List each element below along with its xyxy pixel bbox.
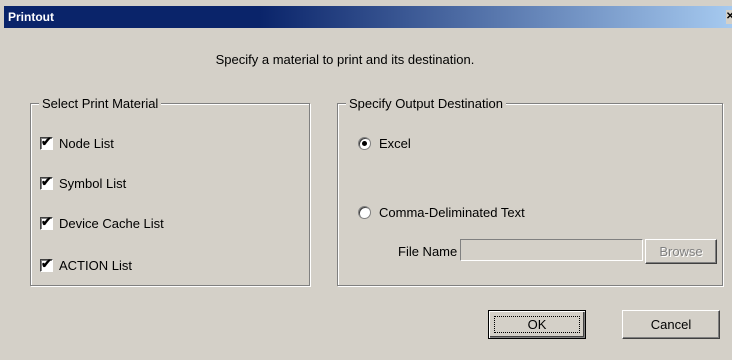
symbol-list-checkbox[interactable]: ✔ Symbol List — [40, 174, 127, 191]
comma-delimited-radio[interactable]: Comma-Deliminated Text — [358, 205, 525, 220]
device-cache-list-label: Device Cache List — [59, 216, 164, 231]
node-list-checkbox[interactable]: ✔ Node List — [40, 134, 114, 151]
output-destination-legend: Specify Output Destination — [346, 96, 506, 112]
file-name-label: File Name — [398, 244, 458, 259]
excel-radio[interactable]: Excel — [358, 136, 411, 151]
checkmark-icon: ✔ — [41, 214, 52, 229]
window-title: Printout — [8, 10, 54, 24]
title-bar[interactable]: Printout ✕ — [4, 6, 732, 28]
instruction-text: Specify a material to print and its dest… — [215, 52, 475, 67]
ok-label: OK — [527, 317, 547, 332]
checkmark-icon: ✔ — [41, 134, 52, 149]
checkmark-icon: ✔ — [41, 174, 52, 189]
excel-label: Excel — [379, 136, 411, 151]
action-list-checkbox[interactable]: ✔ ACTION List — [40, 256, 132, 273]
cancel-button[interactable]: Cancel — [622, 310, 720, 339]
file-name-input[interactable] — [460, 239, 643, 261]
radio-dot-icon — [362, 141, 367, 146]
checkbox-box[interactable]: ✔ — [40, 174, 53, 190]
checkmark-icon: ✔ — [41, 256, 52, 271]
ok-button[interactable]: OK — [488, 310, 586, 339]
comma-delimited-label: Comma-Deliminated Text — [379, 205, 525, 220]
checkbox-box[interactable]: ✔ — [40, 256, 53, 272]
close-icon[interactable]: ✕ — [726, 10, 732, 24]
symbol-list-label: Symbol List — [59, 176, 127, 191]
radio-button[interactable] — [358, 137, 371, 150]
printout-dialog: Printout ✕ Specify a material to print a… — [0, 0, 732, 360]
browse-button[interactable]: Browse — [645, 239, 717, 264]
device-cache-list-checkbox[interactable]: ✔ Device Cache List — [40, 214, 164, 231]
checkbox-box[interactable]: ✔ — [40, 134, 53, 150]
radio-button[interactable] — [358, 206, 371, 219]
action-list-label: ACTION List — [59, 258, 132, 273]
checkbox-box[interactable]: ✔ — [40, 214, 53, 230]
node-list-label: Node List — [59, 136, 114, 151]
print-material-legend: Select Print Material — [39, 96, 162, 112]
